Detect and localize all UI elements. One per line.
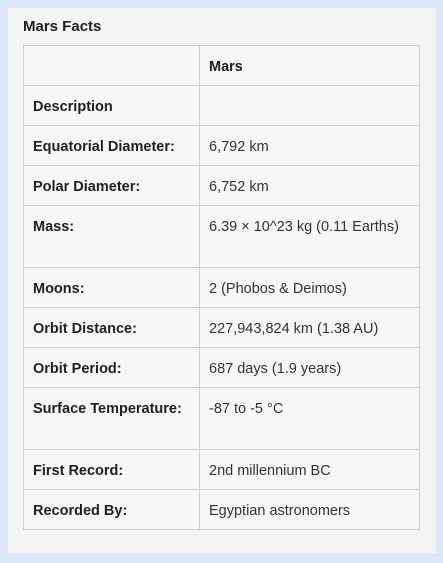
row-label: Description — [23, 85, 200, 126]
row-label: Surface Temperature: — [23, 387, 200, 450]
row-value: 227,943,824 km (1.38 AU) — [199, 307, 420, 348]
row-label: First Record: — [23, 449, 200, 490]
table-row-description: Description — [23, 85, 420, 126]
table-row-first-record: First Record: 2nd millennium BC — [23, 449, 420, 490]
row-label: Recorded By: — [23, 489, 200, 530]
header-cell-mars: Mars — [199, 45, 420, 86]
mars-facts-card: Mars Facts Mars Description Equatorial D… — [8, 8, 436, 553]
row-value: 2 (Phobos & Deimos) — [199, 267, 420, 308]
row-label: Orbit Distance: — [23, 307, 200, 348]
row-label: Mass: — [23, 205, 200, 268]
row-label: Moons: — [23, 267, 200, 308]
row-value: -87 to -5 °C — [199, 387, 420, 450]
table-row-moons: Moons: 2 (Phobos & Deimos) — [23, 267, 420, 308]
row-value: 2nd millennium BC — [199, 449, 420, 490]
table-row-orbit-period: Orbit Period: 687 days (1.9 years) — [23, 347, 420, 388]
table-header-row: Mars — [23, 45, 420, 86]
table-row-orbit-distance: Orbit Distance: 227,943,824 km (1.38 AU) — [23, 307, 420, 348]
table-row-equatorial-diameter: Equatorial Diameter: 6,792 km — [23, 125, 420, 166]
row-value: 6.39 × 10^23 kg (0.11 Earths) — [199, 205, 420, 268]
row-label: Orbit Period: — [23, 347, 200, 388]
row-label: Polar Diameter: — [23, 165, 200, 206]
card-title: Mars Facts — [23, 18, 102, 35]
row-value: 6,752 km — [199, 165, 420, 206]
row-value — [199, 85, 420, 126]
row-label: Equatorial Diameter: — [23, 125, 200, 166]
header-cell-empty — [23, 45, 200, 86]
row-value: 6,792 km — [199, 125, 420, 166]
table-row-polar-diameter: Polar Diameter: 6,752 km — [23, 165, 420, 206]
table-row-recorded-by: Recorded By: Egyptian astronomers — [23, 489, 420, 530]
row-value: Egyptian astronomers — [199, 489, 420, 530]
table-row-surface-temperature: Surface Temperature: -87 to -5 °C — [23, 387, 420, 450]
mars-facts-table: Mars Description Equatorial Diameter: 6,… — [23, 45, 420, 530]
table-row-mass: Mass: 6.39 × 10^23 kg (0.11 Earths) — [23, 205, 420, 268]
row-value: 687 days (1.9 years) — [199, 347, 420, 388]
